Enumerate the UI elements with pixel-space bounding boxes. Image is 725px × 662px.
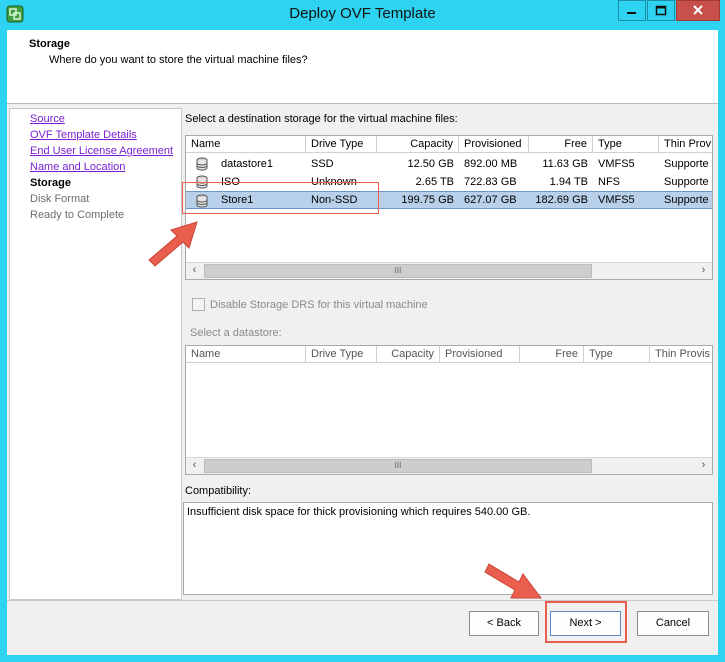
datastore-icon <box>196 157 208 171</box>
column-header-type[interactable]: Type <box>593 136 659 153</box>
storage-table-header: Name Drive Type Capacity Provisioned Fre… <box>186 136 712 153</box>
title-bar: Deploy OVF Template <box>0 0 725 30</box>
cell-name: datastore1 <box>221 158 273 170</box>
wizard-steps-nav: Source OVF Template Details End User Lic… <box>9 108 182 600</box>
wizard-header: Storage Where do you want to store the v… <box>7 30 718 104</box>
scroll-right-icon[interactable]: › <box>695 263 712 279</box>
annotation-arrow-icon <box>484 563 542 599</box>
compatibility-message-box: Insufficient disk space for thick provis… <box>183 502 713 595</box>
column-header-name[interactable]: Name <box>186 346 306 363</box>
column-header-provisioned[interactable]: Provisioned <box>459 136 529 153</box>
nav-item-source[interactable]: Source <box>30 113 65 125</box>
nav-item-disk-format: Disk Format <box>30 193 90 205</box>
column-header-type[interactable]: Type <box>584 346 650 363</box>
cell-capacity: 2.65 TB <box>415 176 454 188</box>
scrollbar-thumb[interactable]: III <box>204 459 592 473</box>
datastore-prompt: Select a datastore: <box>190 327 282 339</box>
column-header-free[interactable]: Free <box>529 136 593 153</box>
column-header-provisioned[interactable]: Provisioned <box>440 346 520 363</box>
back-button[interactable]: < Back <box>469 611 539 636</box>
disable-storage-drs-label: Disable Storage DRS for this virtual mac… <box>210 299 428 311</box>
compatibility-message: Insufficient disk space for thick provis… <box>187 506 531 518</box>
page-title: Storage <box>29 38 70 50</box>
cell-provisioned: 892.00 MB <box>464 158 518 170</box>
cell-provisioned: 722.83 GB <box>464 176 517 188</box>
minimize-icon <box>627 12 636 14</box>
cell-type: VMFS5 <box>598 158 635 170</box>
column-header-drive-type[interactable]: Drive Type <box>306 136 377 153</box>
compatibility-label: Compatibility: <box>185 485 252 497</box>
cell-thin-provisioning: Supporte <box>664 158 709 170</box>
disable-storage-drs-checkbox[interactable] <box>192 298 205 311</box>
cell-free: 1.94 TB <box>549 176 588 188</box>
nav-item-ovf-template-details[interactable]: OVF Template Details <box>30 129 137 141</box>
cell-type: VMFS5 <box>598 194 635 206</box>
column-header-name[interactable]: Name <box>186 136 306 153</box>
cell-type: NFS <box>598 176 620 188</box>
cell-thin-provisioning: Supporte <box>664 194 709 206</box>
datastore-table-header: Name Drive Type Capacity Provisioned Fre… <box>186 346 712 363</box>
column-header-thin-provisioning[interactable]: Thin Prov <box>659 136 714 153</box>
annotation-arrow-icon <box>148 221 198 267</box>
storage-horizontal-scrollbar[interactable]: ‹ III › <box>186 262 712 279</box>
nav-item-name-and-location[interactable]: Name and Location <box>30 161 125 173</box>
store1-highlight-box <box>182 182 379 214</box>
scrollbar-thumb[interactable]: III <box>204 264 592 278</box>
column-header-free[interactable]: Free <box>520 346 584 363</box>
maximize-button[interactable] <box>647 0 675 21</box>
storage-prompt: Select a destination storage for the vir… <box>185 113 458 125</box>
minimize-button[interactable] <box>618 0 646 21</box>
cell-thin-provisioning: Supporte <box>664 176 709 188</box>
column-header-thin-provisioning[interactable]: Thin Provis <box>650 346 714 363</box>
scroll-right-icon[interactable]: › <box>695 458 712 474</box>
datastore-table: Name Drive Type Capacity Provisioned Fre… <box>185 345 713 475</box>
table-row[interactable]: datastore1 SSD 12.50 GB 892.00 MB 11.63 … <box>186 155 712 173</box>
cancel-button[interactable]: Cancel <box>637 611 709 636</box>
cell-free: 11.63 GB <box>542 158 588 170</box>
nav-item-ready-to-complete: Ready to Complete <box>30 209 125 221</box>
cell-capacity: 199.75 GB <box>401 194 454 206</box>
cell-free: 182.69 GB <box>535 194 588 206</box>
cell-drive-type: SSD <box>311 158 334 170</box>
page-subtitle: Where do you want to store the virtual m… <box>49 54 308 66</box>
column-header-capacity[interactable]: Capacity <box>377 346 440 363</box>
scroll-left-icon[interactable]: ‹ <box>186 458 203 474</box>
next-button[interactable]: Next > <box>550 611 621 636</box>
column-header-drive-type[interactable]: Drive Type <box>306 346 377 363</box>
wizard-client-area: Storage Where do you want to store the v… <box>7 30 718 655</box>
column-header-capacity[interactable]: Capacity <box>377 136 459 153</box>
maximize-icon <box>655 5 667 16</box>
nav-item-storage: Storage <box>30 177 71 189</box>
cell-provisioned: 627.07 GB <box>464 194 517 206</box>
cell-capacity: 12.50 GB <box>407 158 454 170</box>
datastore-horizontal-scrollbar[interactable]: ‹ III › <box>186 457 712 474</box>
close-icon <box>693 5 703 15</box>
window-title: Deploy OVF Template <box>289 5 436 22</box>
close-button[interactable] <box>676 0 720 21</box>
nav-item-eula[interactable]: End User License Agreement <box>30 145 173 157</box>
